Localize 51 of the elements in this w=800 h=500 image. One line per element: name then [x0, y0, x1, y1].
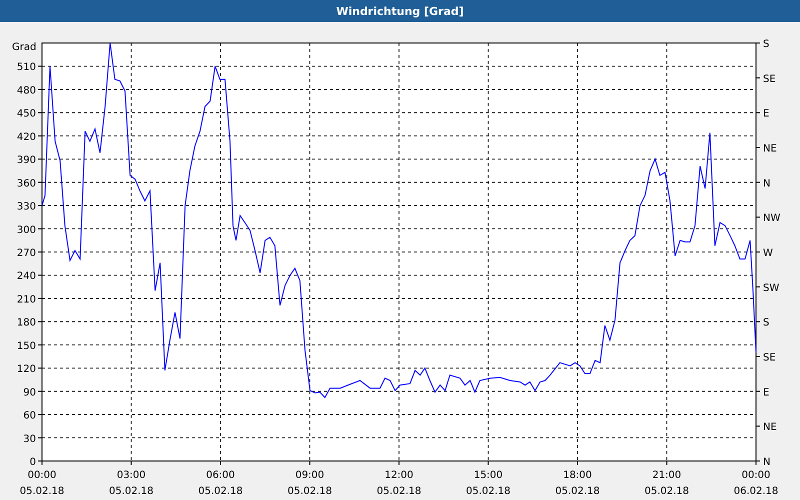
- x-tick-label: 03:00: [116, 470, 146, 481]
- x-tick-label: 18:00: [563, 470, 592, 481]
- x-tick-label: 00:00: [28, 470, 56, 481]
- y-tick-label: 450: [16, 108, 36, 120]
- date-label: 05.02.18: [198, 486, 243, 497]
- date-label: 06.02.18: [734, 486, 778, 497]
- y-tick-label: 330: [16, 202, 36, 213]
- y-tick-label: 270: [16, 248, 36, 259]
- x-tick-label: 00:00: [742, 470, 770, 481]
- y-tick-label: 510: [16, 62, 36, 74]
- y-tick-label: 90: [23, 387, 36, 398]
- y-tick-label: 390: [16, 155, 36, 166]
- date-label: 05.02.18: [555, 486, 600, 497]
- y-tick-label: 120: [16, 364, 36, 376]
- compass-tick-label: NE: [763, 144, 777, 154]
- compass-tick-label: NE: [763, 422, 777, 434]
- date-label: 05.02.18: [108, 486, 154, 497]
- date-label: 05.02.18: [376, 486, 422, 497]
- date-label: 05.02.18: [20, 486, 64, 497]
- compass-tick-label: S: [763, 318, 770, 329]
- compass-tick-label: E: [763, 387, 770, 398]
- compass-tick-label: N: [763, 457, 770, 468]
- y-tick-label: 300: [16, 224, 36, 236]
- y-tick-label: 480: [16, 85, 36, 96]
- y-tick-label: 180: [16, 318, 36, 329]
- y-tick-label: 420: [16, 132, 36, 143]
- compass-tick-label: S: [763, 39, 770, 50]
- y-tick-label: 60: [23, 410, 36, 422]
- x-tick-label: 15:00: [474, 470, 503, 481]
- y-tick-label: 210: [16, 294, 36, 306]
- compass-tick-label: E: [763, 108, 770, 120]
- x-tick-label: 06:00: [206, 470, 235, 481]
- window-title: Windrichtung [Grad]: [0, 0, 800, 22]
- compass-tick-label: N: [763, 178, 770, 190]
- y-tick-label: 0: [30, 457, 36, 468]
- compass-tick-label: SE: [763, 74, 776, 85]
- compass-tick-label: SE: [763, 352, 776, 364]
- compass-tick-label: SW: [763, 282, 780, 294]
- compass-tick-label: W: [763, 248, 773, 259]
- date-label: 05.02.18: [644, 486, 690, 497]
- y-tick-label: 30: [23, 434, 36, 445]
- x-tick-label: 21:00: [652, 470, 682, 481]
- y-tick-label: 240: [16, 271, 36, 282]
- x-tick-label: 09:00: [295, 470, 324, 481]
- y-tick-label: 360: [16, 178, 36, 190]
- y-tick-label: 150: [16, 340, 36, 352]
- date-label: 05.02.18: [466, 486, 511, 497]
- y-axis-title: Grad: [12, 42, 36, 53]
- compass-tick-label: NW: [763, 213, 780, 224]
- date-label: 05.02.18: [287, 486, 332, 497]
- x-tick-label: 12:00: [384, 470, 414, 481]
